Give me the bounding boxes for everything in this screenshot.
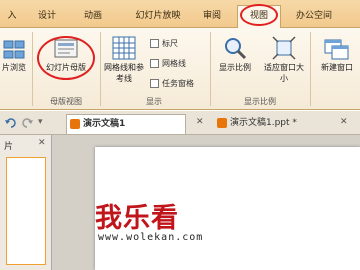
separator — [210, 32, 211, 106]
checkbox-box[interactable] — [150, 79, 159, 88]
grid-reference-label: 网格线和参考线 — [104, 63, 144, 83]
close-icon[interactable]: ✕ — [340, 117, 348, 127]
new-window-icon — [324, 39, 349, 60]
presentation-icon — [217, 118, 227, 128]
checkbox-box[interactable] — [150, 59, 159, 68]
taskpane-label: 任务窗格 — [162, 79, 194, 88]
group-label-zoom: 显示比例 — [244, 97, 276, 106]
close-icon[interactable]: ✕ — [38, 138, 46, 148]
slide-browse-label: 片浏览 — [2, 63, 26, 72]
highlight-circle-view-tab — [240, 4, 278, 26]
ribbon-panel: 片浏览 幻灯片母版 母版视图 网格线和参考线 标尺 网格线 任务窗格 显示 显示… — [0, 28, 360, 110]
magnifier-icon — [225, 38, 247, 60]
tab-office-space[interactable]: 办公空间 — [288, 6, 340, 28]
fit-window-label: 适应窗口大小 — [264, 63, 304, 83]
separator — [32, 32, 33, 106]
highlight-circle-slide-master — [37, 36, 95, 80]
dropdown-arrow-icon[interactable]: ▾ — [38, 117, 43, 127]
tab-insert[interactable]: 入 — [2, 6, 22, 28]
ruler-checkbox[interactable]: 标尺 — [150, 38, 178, 49]
fit-window-button[interactable]: 适应窗口大小 — [262, 36, 306, 84]
separator — [310, 32, 311, 106]
grid-reference-button[interactable]: 网格线和参考线 — [104, 36, 144, 84]
presentation-icon — [70, 119, 80, 129]
taskpane-checkbox[interactable]: 任务窗格 — [150, 78, 194, 89]
grid-icon — [112, 36, 136, 60]
slide-thumbnail[interactable] — [6, 157, 46, 265]
separator — [100, 32, 101, 106]
gridline-checkbox[interactable]: 网格线 — [150, 58, 186, 69]
undo-icon[interactable] — [4, 117, 16, 129]
tab-review[interactable]: 审阅 — [196, 6, 228, 28]
slide-browse-button[interactable]: 片浏览 — [0, 38, 28, 73]
group-label-show: 显示 — [146, 97, 162, 106]
ribbon-tab-bar: 入 设计 动画 幻灯片放映 审阅 视图 办公空间 — [0, 0, 360, 29]
zoom-button[interactable]: 显示比例 — [214, 36, 256, 73]
checkbox-box[interactable] — [150, 39, 159, 48]
zoom-label: 显示比例 — [219, 63, 251, 72]
tab-doc-2[interactable]: 演示文稿1.ppt * — [214, 114, 334, 134]
tab-doc-1[interactable]: 演示文稿1 — [66, 114, 186, 134]
watermark-logo: 我乐看 — [95, 203, 179, 234]
tab-slideshow[interactable]: 幻灯片放映 — [128, 6, 188, 28]
new-window-button[interactable]: 新建窗口 — [314, 36, 360, 73]
document-tab-bar: ▾ 演示文稿1 ✕ 演示文稿1.ppt * ✕ — [0, 111, 360, 135]
ruler-label: 标尺 — [162, 39, 178, 48]
tab-animation[interactable]: 动画 — [76, 6, 110, 28]
close-icon[interactable]: ✕ — [196, 117, 204, 127]
watermark-url: www.wolekan.com — [98, 232, 204, 243]
pane-title: 片 — [4, 142, 14, 152]
gridline-label: 网格线 — [162, 59, 186, 68]
slide-thumbnail-pane[interactable]: 片 ✕ — [0, 135, 52, 270]
tab-design[interactable]: 设计 — [30, 6, 64, 28]
work-area: 片 ✕ — [0, 135, 360, 270]
slide-browse-icon — [3, 40, 25, 59]
fit-window-icon — [272, 36, 296, 60]
new-window-label: 新建窗口 — [321, 63, 353, 72]
doc-tab-label: 演示文稿1 — [83, 119, 126, 129]
doc-tab-label: 演示文稿1.ppt * — [230, 118, 297, 128]
group-label-master-view: 母版视图 — [50, 97, 82, 106]
redo-icon[interactable] — [22, 117, 34, 129]
